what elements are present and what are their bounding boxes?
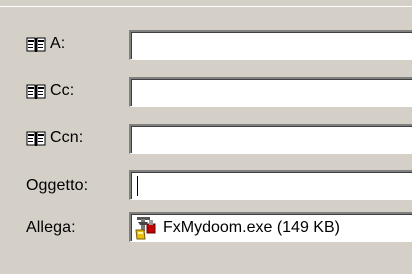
subject-label: Oggetto: [26,177,89,194]
attach-label-area: Allega: [26,208,76,248]
cc-label-area: Cc: [26,71,74,111]
to-address-book-button[interactable]: A: [26,35,65,53]
bcc-address-book-button[interactable]: Ccn: [26,129,83,147]
attachment-filename: FxMydoom.exe (149 KB) [163,219,340,236]
attach-field[interactable]: FxMydoom.exe (149 KB) [129,212,412,242]
to-label: A: [50,35,66,52]
address-book-icon [26,84,46,99]
address-book-icon [26,131,46,146]
bcc-label-area: Ccn: [26,118,83,158]
to-label-area: A: [26,24,65,64]
attachment-item[interactable]: FxMydoom.exe (149 KB) [135,216,340,240]
cc-row: Cc: [0,71,412,111]
cc-label: Cc: [50,82,75,99]
address-book-icon [26,37,46,52]
bcc-field[interactable] [129,124,412,154]
subject-field[interactable] [129,170,412,200]
header-divider [0,0,412,7]
attach-row: Allega: FxMydoom.exe (149 KB) [0,208,412,248]
cc-address-book-button[interactable]: Cc: [26,82,74,100]
to-row: A: [0,24,412,64]
subject-row: Oggetto: [0,166,412,206]
attach-label: Allega: [26,219,76,236]
subject-label-area: Oggetto: [26,166,88,206]
bcc-label: Ccn: [50,129,84,146]
text-caret [137,176,138,196]
bcc-row: Ccn: [0,118,412,158]
to-field[interactable] [129,30,412,60]
exe-file-icon [135,217,156,240]
cc-field[interactable] [129,77,412,107]
